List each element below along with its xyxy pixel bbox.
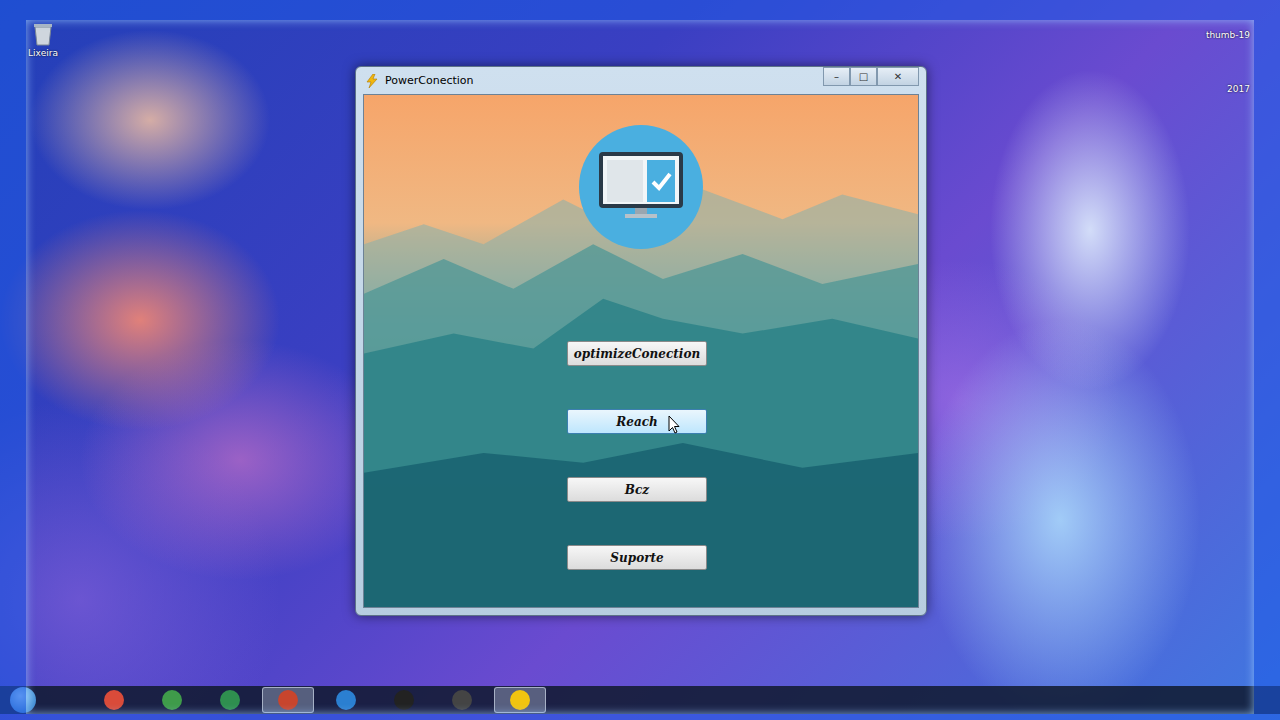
lightning-icon: [365, 74, 379, 88]
menu-button[interactable]: Suporte: [567, 545, 707, 570]
taskbar: [0, 686, 1280, 714]
button-label: optimizeConection: [574, 347, 700, 361]
start-button-icon[interactable]: [10, 687, 36, 713]
taskbar-app[interactable]: [88, 687, 140, 713]
desktop-icon-label: Lixeira: [28, 48, 58, 58]
taskbar-app[interactable]: [320, 687, 372, 713]
monitor-check-logo-icon: [579, 125, 703, 249]
recycle-bin-icon: [32, 22, 54, 46]
window-controls: –□✕: [823, 67, 919, 86]
google-icon: [394, 690, 414, 710]
chrome-icon: [104, 690, 124, 710]
media-icon: [220, 690, 240, 710]
title-bar[interactable]: PowerConection –□✕: [363, 67, 919, 94]
taskbar-app[interactable]: [204, 687, 256, 713]
window-title: PowerConection: [385, 74, 817, 87]
taskbar-app[interactable]: [146, 687, 198, 713]
desktop-file-label[interactable]: 2017: [1227, 84, 1250, 94]
mouse-cursor-icon: [668, 415, 680, 434]
menu-button[interactable]: Reach: [567, 409, 707, 434]
desktop-labels: thumb-19 2017: [1206, 30, 1250, 94]
button-label: Bcz: [625, 483, 649, 497]
app-content: optimizeConection Reach Bcz Suporte: [363, 94, 919, 608]
button-list: optimizeConection Reach Bcz Suporte: [567, 341, 707, 570]
taskbar-apps: [88, 687, 546, 713]
window-control[interactable]: □: [850, 67, 877, 86]
paint-icon: [278, 690, 298, 710]
button-label: Suporte: [610, 551, 663, 565]
desktop-file-label[interactable]: thumb-19: [1206, 30, 1250, 40]
taskbar-app[interactable]: [494, 687, 546, 713]
globe-icon: [452, 690, 472, 710]
desktop-icon[interactable]: Lixeira: [28, 22, 58, 58]
power-icon: [510, 690, 530, 710]
taskbar-app[interactable]: [378, 687, 430, 713]
menu-button[interactable]: Bcz: [567, 477, 707, 502]
folder-icon: [162, 690, 182, 710]
taskbar-app[interactable]: [436, 687, 488, 713]
window-control[interactable]: ✕: [877, 67, 919, 86]
window-control[interactable]: –: [823, 67, 850, 86]
video-frame-border: [0, 0, 1280, 720]
taskbar-app[interactable]: [262, 687, 314, 713]
desktop: Lixeira thumb-19 2017 PowerConection –□✕ …: [0, 0, 1280, 720]
app-window[interactable]: PowerConection –□✕ optimizeConection Rea…: [355, 66, 927, 616]
store-icon: [336, 690, 356, 710]
menu-button[interactable]: optimizeConection: [567, 341, 707, 366]
button-label: Reach: [616, 415, 657, 429]
